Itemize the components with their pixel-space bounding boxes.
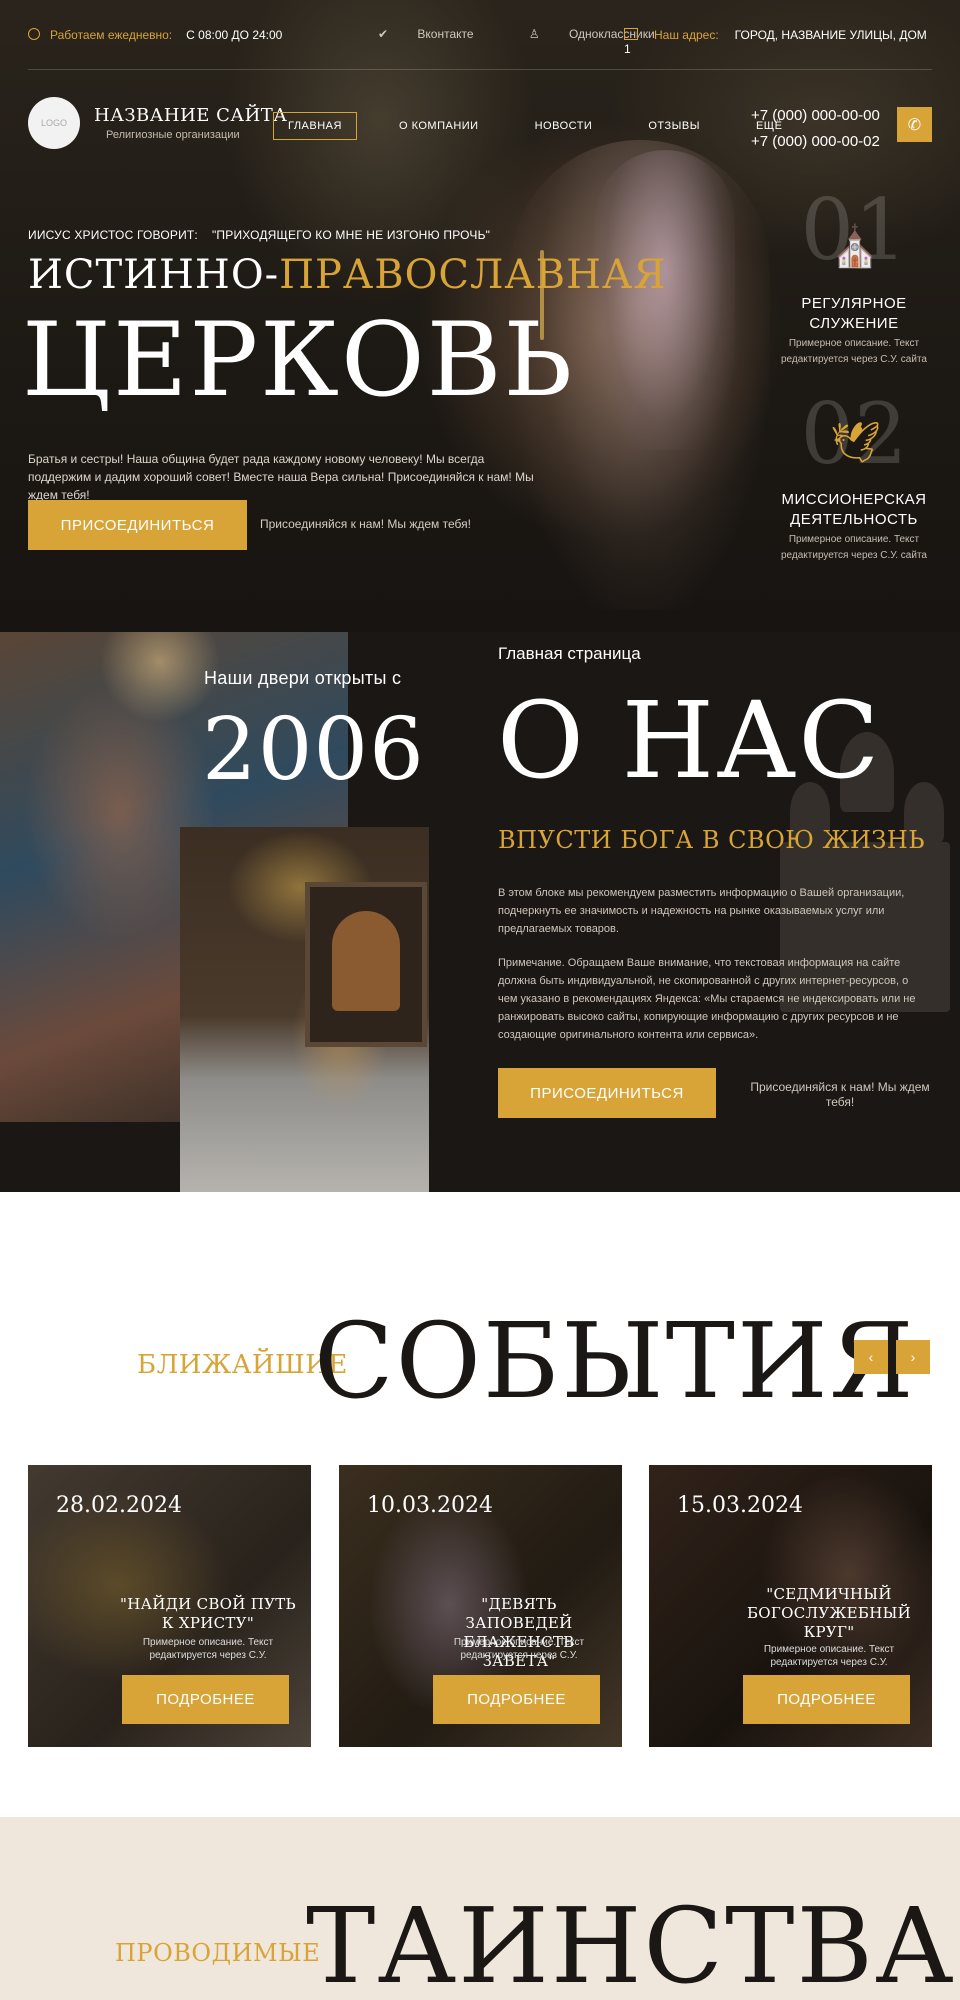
main-menu: ГЛАВНАЯ О КОМПАНИИ НОВОСТИ ОТЗЫВЫ ЕЩЁ <box>273 112 824 140</box>
site-subtitle: Религиозные организации <box>106 129 240 141</box>
about-title: О НАС <box>497 679 882 802</box>
address-label: Наш адрес: <box>654 28 719 42</box>
join-button[interactable]: ПРИСОЕДИНИТЬСЯ <box>28 500 247 550</box>
event-date: 28.02.2024 <box>56 1493 182 1518</box>
clock-icon <box>28 28 40 40</box>
feature-description: Примерное описание. Текст редактируется … <box>781 338 927 365</box>
prev-arrow-button[interactable]: ‹ <box>854 1340 888 1374</box>
icon-image <box>305 882 427 1047</box>
feature-missionary: 02 🕊 МИССИОНЕРСКАЯ ДЕЯТЕЛЬНОСТЬ Примерно… <box>779 392 929 582</box>
call-button[interactable]: ✆ <box>897 107 932 142</box>
feature-title: МИССИОНЕРСКАЯ ДЕЯТЕЛЬНОСТЬ <box>781 491 927 528</box>
events-section: БЛИЖАЙШИЕ СОБЫТИЯ ‹ › 28.02.2024 "НАЙДИ … <box>0 1192 960 1817</box>
address: Наш адрес: ГОРОД, НАЗВАНИЕ УЛИЦЫ, ДОМ 1 <box>624 27 932 56</box>
sacraments-title: ТАИНСТВА <box>306 1885 956 2000</box>
social-vk-label: Вконтакте <box>417 27 474 41</box>
chevron-right-icon: › <box>910 1349 916 1365</box>
working-hours: Работаем ежедневно: С 08:00 ДО 24:00 <box>28 27 282 42</box>
hours-label: Работаем ежедневно: <box>50 28 173 42</box>
events-title: СОБЫТИЯ <box>314 1300 916 1422</box>
menu-item-reviews[interactable]: ОТЗЫВЫ <box>634 112 714 140</box>
church-icon: ⛪ <box>830 225 880 269</box>
quote-label: ИИСУС ХРИСТОС ГОВОРИТ: <box>28 228 198 242</box>
chevron-left-icon: ‹ <box>868 1349 874 1365</box>
menu-item-home[interactable]: ГЛАВНАЯ <box>273 112 357 140</box>
about-paragraph-2: Примечание. Обращаем Ваше внимание, что … <box>498 957 916 1041</box>
event-date: 10.03.2024 <box>367 1493 493 1518</box>
phone-numbers: +7 (000) 000-00-00 +7 (000) 000-00-02 <box>751 103 880 155</box>
map-icon <box>624 28 638 40</box>
menu-item-news[interactable]: НОВОСТИ <box>521 112 607 140</box>
event-description: Примерное описание. Текст редактируется … <box>763 1644 895 1668</box>
event-title: "СЕДМИЧНЫЙ БОГОСЛУЖЕБНЫЙ КРУГ" <box>746 1585 912 1641</box>
feature-regular-service: 01 ⛪ РЕГУЛЯРНОЕ СЛУЖЕНИЕ Примерное описа… <box>779 188 929 378</box>
about-paragraph-1: В этом блоке мы рекомендуем разместить и… <box>498 887 905 935</box>
event-description: Примерное описание. Текст редактируется … <box>453 1637 585 1661</box>
main-header: LOGO НАЗВАНИЕ САЙТА Религиозные организа… <box>28 95 932 155</box>
breadcrumb[interactable]: Главная страница <box>498 644 641 664</box>
social-vk-link[interactable]: ✔ Вконтакте <box>378 27 500 41</box>
hero-title: ИСТИННО-ПРАВОСЛАВНАЯ <box>28 252 667 298</box>
ok-icon: ♙ <box>528 27 543 41</box>
event-date: 15.03.2024 <box>677 1493 803 1518</box>
top-bar: Работаем ежедневно: С 08:00 ДО 24:00 ✔ Вк… <box>28 0 932 70</box>
hero-title-white: ИСТИННО- <box>28 252 280 298</box>
dove-icon: 🕊 <box>830 421 881 465</box>
about-subtitle: ВПУСТИ БОГА В СВОЮ ЖИЗНЬ <box>498 826 926 854</box>
event-card[interactable]: 10.03.2024 "ДЕВЯТЬ ЗАПОВЕДЕЙ БЛАЖЕНСТВ З… <box>339 1465 622 1747</box>
site-name[interactable]: НАЗВАНИЕ САЙТА <box>94 105 287 126</box>
hero-title-gold: ПРАВОСЛАВНАЯ <box>279 252 667 298</box>
feature-description: Примерное описание. Текст редактируется … <box>781 534 927 561</box>
logo[interactable]: LOGO <box>28 97 80 149</box>
join-note: Присоединяйся к нам! Мы ждем тебя! <box>260 517 471 531</box>
event-description: Примерное описание. Текст редактируется … <box>142 1637 274 1661</box>
event-details-button[interactable]: ПОДРОБНЕЕ <box>122 1675 289 1724</box>
sacraments-section: ПРОВОДИМЫЕ ТАИНСТВА <box>0 1817 960 2000</box>
phone-icon: ✆ <box>907 116 922 134</box>
hero-quote: ИИСУС ХРИСТОС ГОВОРИТ: "ПРИХОДЯЩЕГО КО МН… <box>28 228 490 242</box>
phone-1[interactable]: +7 (000) 000-00-00 <box>751 103 880 129</box>
event-card[interactable]: 28.02.2024 "НАЙДИ СВОЙ ПУТЬ К ХРИСТУ" Пр… <box>28 1465 311 1747</box>
hero-description: Братья и сестры! Наша община будет рада … <box>28 452 534 502</box>
hours-value: С 08:00 ДО 24:00 <box>186 28 283 42</box>
hero-section: Работаем ежедневно: С 08:00 ДО 24:00 ✔ Вк… <box>0 0 960 632</box>
about-join-note: Присоединяйся к нам! Мы ждем тебя! <box>750 1080 930 1109</box>
doors-open-text: Наши двери открыты с <box>204 668 402 688</box>
event-title: "НАЙДИ СВОЙ ПУТЬ К ХРИСТУ" <box>120 1595 296 1632</box>
quote-text: "ПРИХОДЯЩЕГО КО МНЕ НЕ ИЗГОНЮ ПРОЧЬ" <box>211 228 491 242</box>
feature-title: РЕГУЛЯРНОЕ СЛУЖЕНИЕ <box>801 295 907 332</box>
event-details-button[interactable]: ПОДРОБНЕЕ <box>743 1675 910 1724</box>
event-details-button[interactable]: ПОДРОБНЕЕ <box>433 1675 600 1724</box>
about-section: Наши двери открыты с 2006 Главная страни… <box>0 632 960 1192</box>
next-arrow-button[interactable]: › <box>896 1340 930 1374</box>
menu-item-about[interactable]: О КОМПАНИИ <box>385 112 493 140</box>
event-card[interactable]: 15.03.2024 "СЕДМИЧНЫЙ БОГОСЛУЖЕБНЫЙ КРУГ… <box>649 1465 932 1747</box>
hero-photo-child <box>595 150 735 450</box>
phone-2[interactable]: +7 (000) 000-00-02 <box>751 129 880 155</box>
about-join-button[interactable]: ПРИСОЕДИНИТЬСЯ <box>498 1068 716 1118</box>
founded-year: 2006 <box>202 700 425 800</box>
hero-title-big: ЦЕРКОВЬ <box>22 301 575 420</box>
sacraments-pretitle: ПРОВОДИМЫЕ <box>115 1939 321 1967</box>
vk-icon: ✔ <box>378 27 392 41</box>
